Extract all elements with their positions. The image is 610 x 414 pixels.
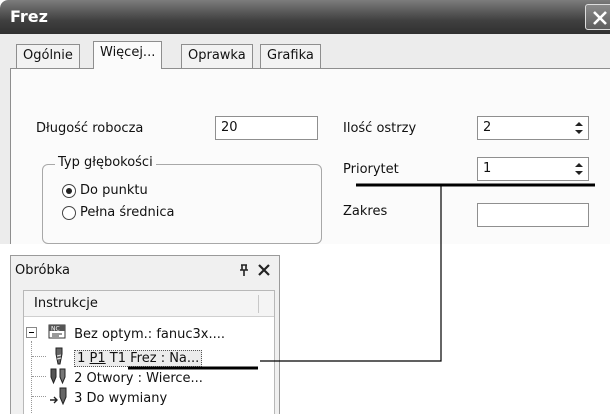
- svg-text:NC: NC: [51, 326, 60, 333]
- tree-item-2[interactable]: 2 Otwory : Wierce...: [48, 367, 203, 388]
- tree-guide-line: [32, 376, 46, 377]
- obrobka-panel: Obróbka Instrukcje NC Bez optym.: fanuc3…: [10, 255, 280, 414]
- pin-icon[interactable]: [237, 263, 251, 277]
- spinner-arrows-icon[interactable]: [572, 119, 586, 137]
- tree-guide-line: [31, 341, 32, 414]
- tree-guide-line: [32, 356, 46, 357]
- ilosc-ostrzy-label: Ilość ostrzy: [343, 121, 417, 136]
- typ-glebokosci-group: [42, 164, 322, 244]
- tool-change-icon: [50, 387, 67, 406]
- typ-glebokosci-legend: Typ głębokości: [55, 155, 156, 170]
- tab-oprawka[interactable]: Oprawka: [181, 44, 253, 68]
- dialog-titlebar[interactable]: Frez: [0, 0, 610, 34]
- drill-tool-icon: [50, 368, 66, 385]
- nc-program-icon: NC: [48, 324, 66, 339]
- tree-root-item[interactable]: NC Bez optym.: fanuc3x....: [48, 323, 225, 344]
- panel-title: Obróbka: [15, 263, 71, 278]
- tab-grafika[interactable]: Grafika: [260, 44, 321, 68]
- dialog-title: Frez: [10, 7, 48, 26]
- priorytet-label: Priorytet: [343, 162, 399, 177]
- panel-header[interactable]: Obróbka: [11, 256, 279, 284]
- ilosc-ostrzy-spinner[interactable]: 2: [477, 116, 589, 140]
- priorytet-spinner[interactable]: 1: [477, 157, 589, 181]
- zakres-label: Zakres: [343, 204, 388, 219]
- dlugosc-input[interactable]: 20: [215, 116, 318, 140]
- instrukcje-tree: Instrukcje NC Bez optym.: fanuc3x.... 1 …: [23, 290, 275, 414]
- instrukcje-column-header[interactable]: Instrukcje: [24, 291, 274, 317]
- radio-pelna-srednica[interactable]: Pełna średnica: [62, 205, 174, 220]
- tab-ogolnie[interactable]: Ogólnie: [16, 44, 80, 68]
- frez-dialog: Frez Ogólnie Więcej... Oprawka Grafika D…: [0, 0, 610, 244]
- tree-guide-line: [32, 396, 46, 397]
- collapse-toggle-icon[interactable]: [26, 327, 37, 338]
- tab-wiecej[interactable]: Więcej...: [93, 41, 163, 69]
- tree-item-3[interactable]: 3 Do wymiany: [48, 387, 167, 408]
- close-icon: [593, 11, 607, 25]
- dlugosc-label: Długość robocza: [36, 121, 144, 136]
- mill-tool-icon: [55, 347, 63, 365]
- spinner-arrows-icon[interactable]: [572, 160, 586, 178]
- radio-unchecked-icon: [62, 205, 76, 220]
- zakres-input[interactable]: [477, 203, 589, 227]
- close-panel-icon[interactable]: [257, 263, 271, 277]
- close-button[interactable]: [585, 4, 610, 30]
- radio-do-punktu[interactable]: Do punktu: [62, 183, 148, 198]
- radio-checked-icon: [62, 183, 76, 198]
- tree-item-1[interactable]: 1 P1 T1 Frez : Na...: [48, 347, 203, 368]
